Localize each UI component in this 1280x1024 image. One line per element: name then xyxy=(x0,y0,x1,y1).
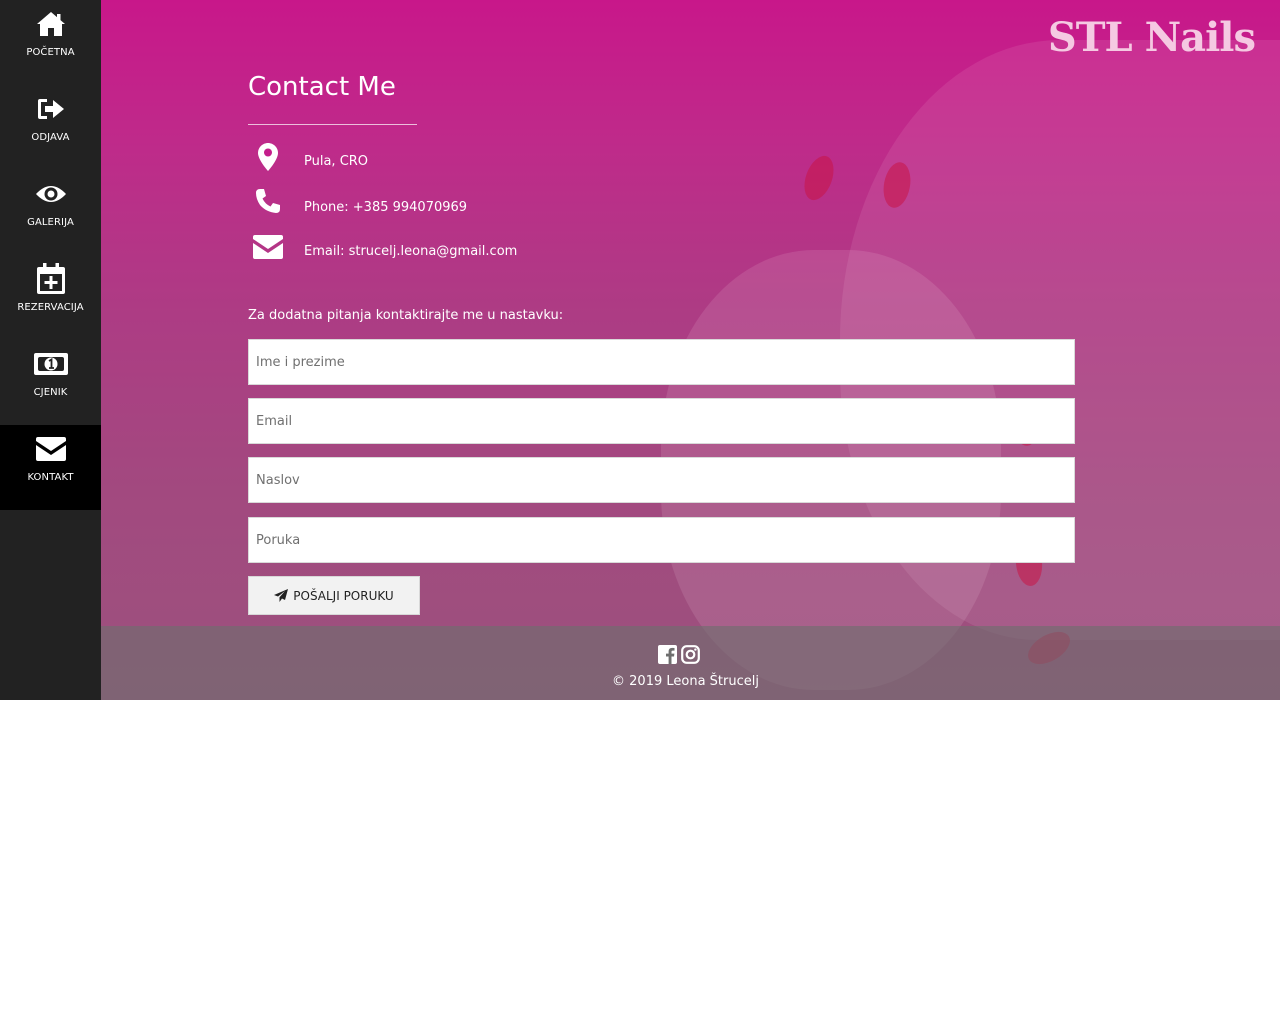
form-prompt: Za dodatna pitanja kontaktirajte me u na… xyxy=(248,308,564,323)
sidebar-item-label: REZERVACIJA xyxy=(17,302,84,313)
money-bill-icon xyxy=(33,349,68,379)
send-button-label: POŠALJI PORUKU xyxy=(293,588,394,603)
title-divider xyxy=(248,124,417,125)
name-field[interactable] xyxy=(248,339,1075,385)
social-links xyxy=(658,645,700,664)
sidebar-item-label: KONTAKT xyxy=(27,472,74,483)
email-text: Email: strucelj.leona@gmail.com xyxy=(304,244,518,259)
contact-section: STL Nails Contact Me Pula, CRO Phone: +3… xyxy=(101,0,1280,700)
email-field[interactable] xyxy=(248,398,1075,444)
eye-icon xyxy=(34,179,68,209)
send-message-button[interactable]: POŠALJI PORUKU xyxy=(248,576,420,615)
location-text: Pula, CRO xyxy=(304,154,369,169)
envelope-icon xyxy=(35,434,67,464)
sign-out-icon xyxy=(36,94,66,124)
sidebar-item-galerija[interactable]: GALERIJA xyxy=(0,170,101,255)
message-field[interactable] xyxy=(248,517,1075,563)
sidebar-item-odjava[interactable]: ODJAVA xyxy=(0,85,101,170)
location-row: Pula, CRO xyxy=(248,143,368,171)
sidebar: POČETNA ODJAVA GALERIJA REZERVACIJA CJEN… xyxy=(0,0,101,700)
sidebar-item-rezervacija[interactable]: REZERVACIJA xyxy=(0,255,101,340)
envelope-icon xyxy=(248,234,288,260)
sidebar-item-label: CJENIK xyxy=(33,387,68,398)
decor-nail xyxy=(880,160,914,210)
sidebar-item-label: GALERIJA xyxy=(27,217,74,228)
subject-field[interactable] xyxy=(248,457,1075,503)
facebook-icon[interactable] xyxy=(658,645,677,664)
brand-logo[interactable]: STL Nails xyxy=(1048,14,1256,61)
page-title: Contact Me xyxy=(248,72,396,102)
decor-nail xyxy=(798,151,840,205)
phone-icon xyxy=(248,188,288,214)
sidebar-item-label: ODJAVA xyxy=(31,132,70,143)
calendar-plus-icon xyxy=(36,263,66,294)
copyright-text: © 2019 Leona Štrucelj xyxy=(612,674,759,689)
instagram-icon[interactable] xyxy=(681,645,700,664)
footer: © 2019 Leona Štrucelj xyxy=(101,626,1280,700)
home-icon xyxy=(36,9,66,39)
sidebar-item-kontakt[interactable]: KONTAKT xyxy=(0,425,101,510)
phone-row: Phone: +385 994070969 xyxy=(248,188,467,215)
sidebar-item-label: POČETNA xyxy=(26,47,75,58)
sidebar-item-pocetna[interactable]: POČETNA xyxy=(0,0,101,85)
map-marker-icon xyxy=(248,143,288,171)
phone-text: Phone: +385 994070969 xyxy=(304,200,468,215)
sidebar-item-cjenik[interactable]: CJENIK xyxy=(0,340,101,425)
email-row: Email: strucelj.leona@gmail.com xyxy=(248,234,517,260)
paper-plane-icon xyxy=(274,589,289,602)
